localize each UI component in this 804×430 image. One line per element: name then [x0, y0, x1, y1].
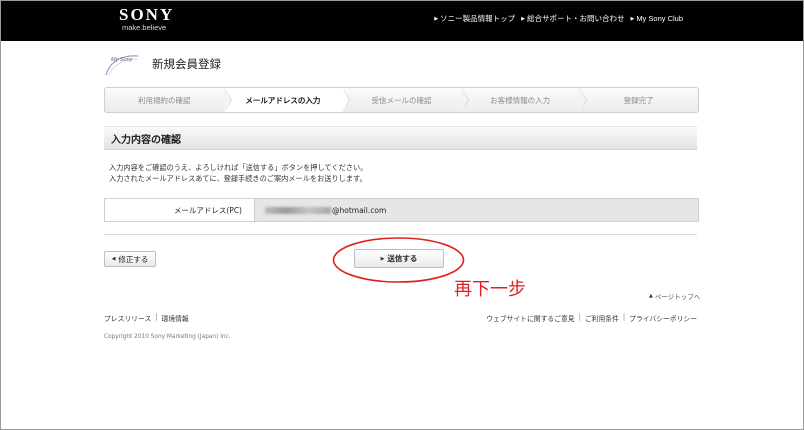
divider: [104, 234, 697, 235]
sony-logo[interactable]: SONY: [119, 5, 174, 25]
nav-link-support[interactable]: ▶ 総合サポート・お問い合わせ: [521, 13, 624, 24]
nav-link-products[interactable]: ▶ ソニー製品情報トップ: [434, 13, 515, 24]
step-label: 利用規約の確認: [138, 95, 191, 105]
triangle-right-icon: ▶: [630, 15, 635, 22]
step-mail-confirm: 受信メールの確認: [342, 88, 469, 112]
email-value: @hotmail.com: [255, 199, 698, 221]
footer-link-press[interactable]: プレスリリース: [104, 313, 151, 323]
top-nav: ▶ ソニー製品情報トップ ▶ 総合サポート・お問い合わせ ▶ My Sony C…: [434, 13, 683, 24]
nav-link-mysonyclub[interactable]: ▶ My Sony Club: [630, 13, 683, 24]
instruction-text: 入力内容をご確認のうえ、よろしければ「送信する」ボタンを押してください。 入力さ…: [109, 162, 367, 184]
sony-tagline: make.believe: [122, 23, 167, 32]
footer-right-links: ウェブサイトに関するご意見 | ご利用条件 | プライバシーポリシー: [486, 313, 697, 323]
email-label: メールアドレス(PC): [105, 199, 255, 221]
page-frame: SONY make.believe ▶ ソニー製品情報トップ ▶ 総合サポート・…: [0, 0, 804, 430]
triangle-right-icon: ▶: [521, 15, 525, 22]
step-label: メールアドレスの入力: [245, 95, 321, 105]
triangle-left-icon: ◀: [111, 256, 116, 262]
footer-link-terms[interactable]: ご利用条件: [585, 313, 619, 323]
registration-steps: 利用規約の確認 メールアドレスの入力 受信メールの確認 お客様情報の入力 登録完…: [104, 87, 699, 113]
step-customer-info: お客様情報の入力: [461, 88, 588, 112]
step-label: お客様情報の入力: [490, 95, 551, 105]
step-email-input: メールアドレスの入力: [223, 88, 351, 112]
page-top-label: ページトップへ: [654, 293, 701, 301]
copyright: Copyright 2010 Sony Marketing (Japan) In…: [104, 334, 231, 340]
step-terms: 利用規約の確認: [105, 88, 232, 112]
nav-link-label: ソニー製品情報トップ: [440, 14, 516, 23]
section-title: 入力内容の確認: [111, 135, 181, 146]
back-button[interactable]: ◀ 修正する: [104, 251, 156, 267]
footer-left-links: プレスリリース | 環境情報: [104, 313, 189, 323]
triangle-right-icon: ▶: [434, 15, 439, 22]
annotation-text: 再下一步: [454, 279, 526, 300]
separator: |: [622, 313, 626, 321]
back-button-label: 修正する: [118, 254, 149, 264]
email-confirm-row: メールアドレス(PC) @hotmail.com: [104, 198, 699, 222]
footer-link-feedback[interactable]: ウェブサイトに関するご意見: [486, 313, 574, 323]
red-highlight-ellipse: [332, 237, 465, 283]
email-domain: @hotmail.com: [332, 205, 387, 215]
mysony-logo-text: My Sony: [111, 57, 133, 63]
section-header: 入力内容の確認: [104, 126, 697, 150]
site-header: SONY make.believe ▶ ソニー製品情報トップ ▶ 総合サポート・…: [1, 1, 803, 41]
instruction-line-1: 入力内容をご確認のうえ、よろしければ「送信する」ボタンを押してください。: [109, 163, 368, 172]
separator: |: [155, 313, 158, 321]
step-label: 受信メールの確認: [371, 95, 432, 105]
separator: |: [578, 313, 581, 321]
triangle-up-icon: ▲: [649, 293, 653, 299]
redacted-email-user: [265, 206, 331, 214]
nav-link-label: 総合サポート・お問い合わせ: [526, 14, 625, 23]
nav-link-label: My Sony Club: [636, 14, 683, 23]
instruction-line-2: 入力されたメールアドレスあてに、登録手続きのご案内メールをお送りします。: [109, 174, 367, 183]
footer-link-privacy[interactable]: プライバシーポリシー: [629, 313, 697, 323]
page-top-link[interactable]: ▲ ページトップへ: [649, 291, 700, 301]
step-complete: 登録完了: [579, 88, 698, 112]
step-label: 登録完了: [623, 95, 654, 105]
page-title: 新規会員登録: [152, 57, 221, 71]
footer-link-environment[interactable]: 環境情報: [162, 313, 189, 323]
